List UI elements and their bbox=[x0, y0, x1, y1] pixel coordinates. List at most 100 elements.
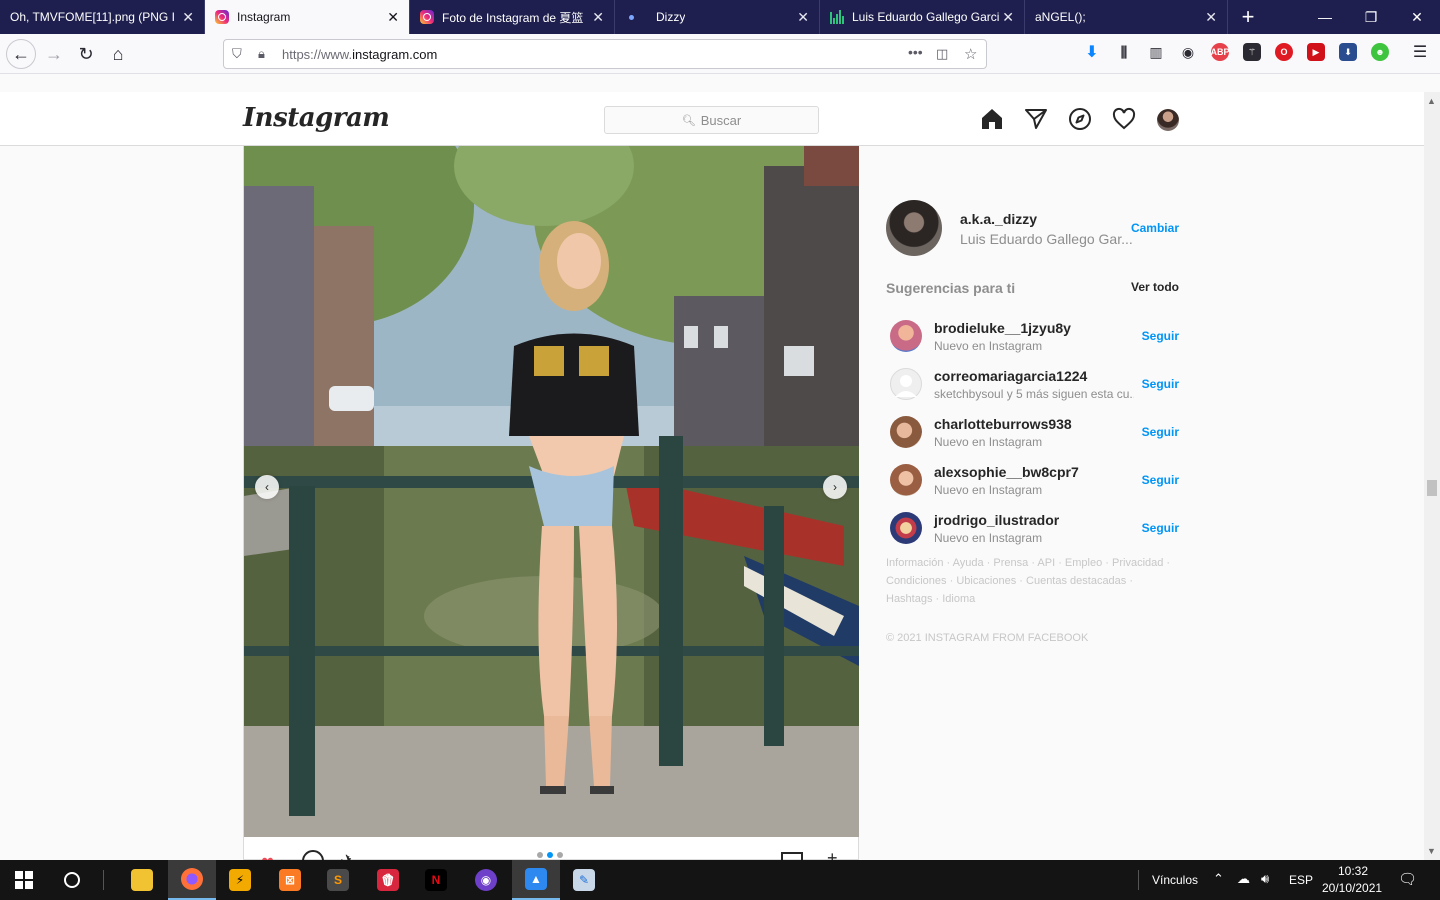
follow-button[interactable]: Seguir bbox=[1142, 521, 1179, 535]
carousel-next-button[interactable]: › bbox=[823, 475, 847, 499]
netflix-icon[interactable]: N bbox=[412, 860, 460, 900]
share-icon[interactable]: ✈︎ bbox=[340, 850, 357, 860]
close-icon[interactable]: ✕ bbox=[592, 9, 604, 26]
tab-instagram[interactable]: Instagram ✕ bbox=[205, 0, 410, 34]
links-toolbar-label[interactable]: Vínculos bbox=[1152, 873, 1198, 887]
forward-icon[interactable]: → bbox=[40, 40, 68, 68]
file-explorer-icon[interactable] bbox=[118, 860, 166, 900]
notifications-icon[interactable]: 🗨︎ bbox=[1398, 870, 1417, 888]
page-actions-icon[interactable]: ••• bbox=[908, 44, 923, 60]
close-icon[interactable]: ✕ bbox=[387, 9, 399, 26]
clock-date[interactable]: 20/10/2021 bbox=[1322, 881, 1382, 895]
heart-icon[interactable] bbox=[1112, 107, 1136, 131]
footer-links-line[interactable]: Información · Ayuda · Prensa · API · Emp… bbox=[886, 554, 1180, 572]
windows-start-icon[interactable] bbox=[0, 860, 48, 900]
show-hidden-icons-icon[interactable]: ⌃ bbox=[1213, 871, 1224, 887]
suggestion-username[interactable]: alexsophie__bw8cpr7 bbox=[934, 464, 1079, 480]
tab-instagram-photo[interactable]: Foto de Instagram de 夏篮 ✕ bbox=[410, 0, 615, 34]
follow-button[interactable]: Seguir bbox=[1142, 377, 1179, 391]
menu-icon[interactable]: ☰ bbox=[1411, 43, 1429, 61]
like-heart-icon[interactable]: ♥ bbox=[261, 850, 274, 860]
follow-button[interactable]: Seguir bbox=[1142, 329, 1179, 343]
suggestion-username[interactable]: jrodrigo_ilustrador bbox=[934, 512, 1059, 528]
suggestion-avatar[interactable] bbox=[890, 464, 922, 496]
lock-icon[interactable]: 🔒︎ bbox=[258, 46, 265, 62]
close-icon[interactable]: ✕ bbox=[1002, 9, 1014, 26]
suggestion-avatar[interactable] bbox=[890, 416, 922, 448]
my-avatar[interactable] bbox=[886, 200, 942, 256]
extension-icon[interactable]: ⚚ bbox=[1243, 43, 1261, 61]
search-input[interactable]: 🔍︎ Buscar bbox=[604, 106, 819, 134]
shield-icon[interactable]: ⛉ bbox=[232, 46, 242, 62]
tab-profile[interactable]: Luis Eduardo Gallego Garci ✕ bbox=[820, 0, 1025, 34]
see-all-button[interactable]: Ver todo bbox=[1131, 280, 1179, 294]
my-username[interactable]: a.k.a._dizzy bbox=[960, 211, 1037, 227]
home-icon[interactable] bbox=[980, 107, 1004, 131]
url-bar[interactable]: ⛉ 🔒︎ https://www.instagram.com ••• ◫ ☆ bbox=[223, 39, 987, 69]
close-icon[interactable]: ✕ bbox=[1205, 9, 1217, 26]
search-circle-icon[interactable] bbox=[48, 860, 96, 900]
sidebar-icon[interactable]: ▥ bbox=[1147, 43, 1165, 61]
sublime-text-icon[interactable]: S bbox=[314, 860, 362, 900]
instagram-logo[interactable]: Instagram bbox=[243, 103, 390, 133]
photos-icon[interactable]: ▲ bbox=[512, 860, 560, 900]
restore-icon[interactable]: ❐ bbox=[1348, 0, 1394, 34]
scrollbar-thumb[interactable] bbox=[1427, 480, 1437, 496]
firefox-icon[interactable] bbox=[168, 860, 216, 900]
winamp-icon[interactable]: ⚡ bbox=[216, 860, 264, 900]
suggestion-avatar[interactable] bbox=[890, 512, 922, 544]
home-icon[interactable]: ⌂ bbox=[104, 40, 132, 68]
pocket-icon[interactable]: ◫ bbox=[936, 46, 948, 62]
scroll-down-icon[interactable]: ▼ bbox=[1427, 846, 1436, 856]
youtube-icon[interactable]: ▶ bbox=[1307, 43, 1325, 61]
suggestion-username[interactable]: correomariagarcia1224 bbox=[934, 368, 1087, 384]
popcorn-icon[interactable]: 🍿︎ bbox=[364, 860, 412, 900]
alien-extension-icon[interactable]: ☻ bbox=[1371, 43, 1389, 61]
video-download-icon[interactable]: ⬇ bbox=[1339, 43, 1357, 61]
comment-icon[interactable] bbox=[302, 850, 324, 860]
clock-time[interactable]: 10:32 bbox=[1338, 864, 1368, 878]
bookmark-star-icon[interactable]: ☆ bbox=[964, 45, 977, 63]
follow-button[interactable]: Seguir bbox=[1142, 425, 1179, 439]
profile-avatar[interactable] bbox=[1157, 109, 1179, 131]
close-window-icon[interactable]: ✕ bbox=[1394, 0, 1440, 34]
tab-angel[interactable]: aNGEL(); ✕ bbox=[1025, 0, 1228, 34]
account-icon[interactable]: ◉ bbox=[1179, 43, 1197, 61]
xampp-icon[interactable]: ⊠ bbox=[266, 860, 314, 900]
carousel-prev-button[interactable]: ‹ bbox=[255, 475, 279, 499]
back-icon[interactable]: ← bbox=[6, 39, 36, 69]
tab-image[interactable]: Oh, TMVFOME[11].png (PNG In ✕ bbox=[0, 0, 205, 34]
reload-icon[interactable]: ↻ bbox=[72, 40, 100, 68]
suggestion-username[interactable]: brodieluke__1jzyu8y bbox=[934, 320, 1071, 336]
scroll-up-icon[interactable]: ▲ bbox=[1427, 96, 1436, 106]
footer-links-line[interactable]: Condiciones · Ubicaciones · Cuentas dest… bbox=[886, 572, 1180, 590]
paint-icon[interactable]: ✎ bbox=[560, 860, 608, 900]
suggestion-username[interactable]: charlotteburrows938 bbox=[934, 416, 1072, 432]
download-icon[interactable]: ⬇ bbox=[1083, 43, 1101, 61]
more-options-icon[interactable]: + bbox=[827, 848, 838, 860]
switch-account-button[interactable]: Cambiar bbox=[1131, 221, 1179, 235]
url-text[interactable]: https://www.instagram.com bbox=[282, 47, 437, 62]
opera-icon[interactable]: O bbox=[1275, 43, 1293, 61]
suggestion-avatar[interactable] bbox=[890, 320, 922, 352]
follow-button[interactable]: Seguir bbox=[1142, 473, 1179, 487]
network-icon[interactable]: ☁︎ bbox=[1237, 871, 1250, 887]
footer-links-line[interactable]: Hashtags · Idioma bbox=[886, 590, 1180, 608]
tab-dizzy[interactable]: Dizzy ✕ bbox=[615, 0, 820, 34]
url-scheme: https://www. bbox=[282, 47, 353, 62]
volume-icon[interactable]: 🔊︎ bbox=[1261, 871, 1269, 887]
adblock-icon[interactable]: ABP bbox=[1211, 43, 1230, 61]
direct-message-icon[interactable] bbox=[1024, 107, 1048, 131]
explore-icon[interactable] bbox=[1068, 107, 1092, 131]
save-icon[interactable] bbox=[781, 852, 803, 860]
github-icon[interactable]: ◉ bbox=[462, 860, 510, 900]
minimize-icon[interactable]: — bbox=[1302, 0, 1348, 34]
new-tab-button[interactable]: + bbox=[1228, 0, 1268, 34]
default-avatar-icon[interactable] bbox=[890, 368, 922, 400]
page-scrollbar[interactable]: ▲ ▼ bbox=[1424, 92, 1440, 860]
language-indicator[interactable]: ESP bbox=[1289, 873, 1313, 887]
close-icon[interactable]: ✕ bbox=[797, 9, 809, 26]
library-icon[interactable]: ⫼ bbox=[1115, 43, 1133, 61]
close-icon[interactable]: ✕ bbox=[182, 9, 194, 26]
post-photo[interactable]: ‹ › bbox=[244, 146, 859, 837]
